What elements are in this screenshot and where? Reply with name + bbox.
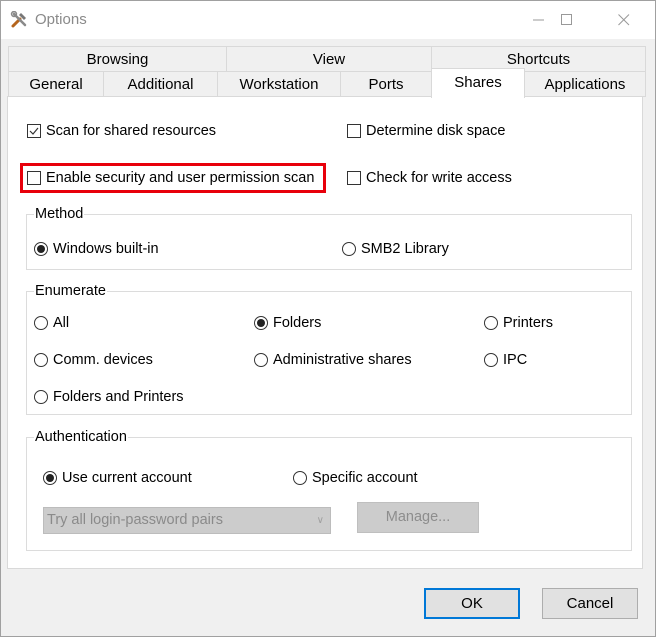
window-title: Options [35,11,87,28]
checkbox-label: Determine disk space [366,123,506,139]
write-access-checkbox[interactable]: Check for write access [347,170,512,186]
method-smb2-radio[interactable]: SMB2 Library [342,241,449,257]
determine-disk-checkbox[interactable]: Determine disk space [347,123,505,139]
radio-label: Windows built-in [53,241,159,257]
manage-button[interactable]: Manage... [357,502,479,533]
scan-shared-checkbox[interactable]: Scan for shared resources [27,123,216,139]
radio-circle [34,316,48,330]
radio-circle [342,242,356,256]
tab-browsing[interactable]: Browsing [8,46,227,72]
tab-label: Shares [454,74,502,91]
tab-label: Applications [544,76,626,93]
radio-circle [484,353,498,367]
authentication-group-label: Authentication [34,429,128,445]
radio-label: Comm. devices [53,352,153,368]
close-button[interactable] [601,1,647,39]
checkbox-label: Scan for shared resources [46,123,217,139]
close-icon [618,14,630,26]
tab-applications[interactable]: Applications [524,71,646,97]
enumerate-all-radio[interactable]: All [34,315,69,331]
radio-circle [254,316,268,330]
maximize-icon [561,14,572,25]
radio-label: IPC [503,352,528,368]
enumerate-folders-printers-radio[interactable]: Folders and Printers [34,389,184,405]
radio-label: Folders [273,315,322,331]
enumerate-group-label: Enumerate [34,283,107,299]
tab-label: View [312,51,346,68]
radio-circle [34,353,48,367]
radio-label: Specific account [312,470,418,486]
tab-general[interactable]: General [8,71,104,97]
highlight-box [20,163,326,193]
enumerate-comm-devices-radio[interactable]: Comm. devices [34,352,153,368]
chevron-down-icon: ∨ [316,515,324,526]
options-dialog: Options Browsing View Shortcuts General … [0,0,656,637]
checkbox-box [347,124,361,138]
enumerate-admin-shares-radio[interactable]: Administrative shares [254,352,412,368]
auth-current-account-radio[interactable]: Use current account [43,470,192,486]
tab-shares[interactable]: Shares [431,68,525,98]
tools-icon [10,10,28,29]
radio-circle [34,242,48,256]
enumerate-ipc-radio[interactable]: IPC [484,352,527,368]
tab-ports[interactable]: Ports [340,71,432,97]
tab-view[interactable]: View [226,46,432,72]
checkbox-box [27,124,41,138]
radio-label: SMB2 Library [361,241,449,257]
maximize-button[interactable] [544,1,590,39]
auth-specific-account-radio[interactable]: Specific account [293,470,418,486]
radio-circle [34,390,48,404]
checkmark-icon [29,127,39,135]
combo-value: Try all login-password pairs [47,512,223,528]
ok-button[interactable]: OK [424,588,520,619]
tab-additional[interactable]: Additional [103,71,218,97]
tab-label: Workstation [239,76,319,93]
checkbox-label: Check for write access [366,170,512,186]
tab-label: General [29,76,83,93]
title-bar[interactable]: Options [1,1,655,39]
cancel-button[interactable]: Cancel [542,588,638,619]
radio-circle [293,471,307,485]
method-group-label: Method [34,206,85,222]
radio-label: Printers [503,315,553,331]
radio-label: Administrative shares [273,352,412,368]
login-password-combo[interactable]: Try all login-password pairs ∨ [43,507,331,534]
radio-label: Folders and Printers [53,389,184,405]
radio-circle [254,353,268,367]
radio-label: All [53,315,70,331]
radio-label: Use current account [62,470,192,486]
method-windows-radio[interactable]: Windows built-in [34,241,159,257]
tab-label: Browsing [86,51,149,68]
radio-circle [484,316,498,330]
enumerate-printers-radio[interactable]: Printers [484,315,553,331]
checkbox-box [347,171,361,185]
radio-circle [43,471,57,485]
tab-label: Additional [127,76,194,93]
tab-workstation[interactable]: Workstation [217,71,341,97]
enumerate-folders-radio[interactable]: Folders [254,315,321,331]
tab-label: Ports [368,76,404,93]
